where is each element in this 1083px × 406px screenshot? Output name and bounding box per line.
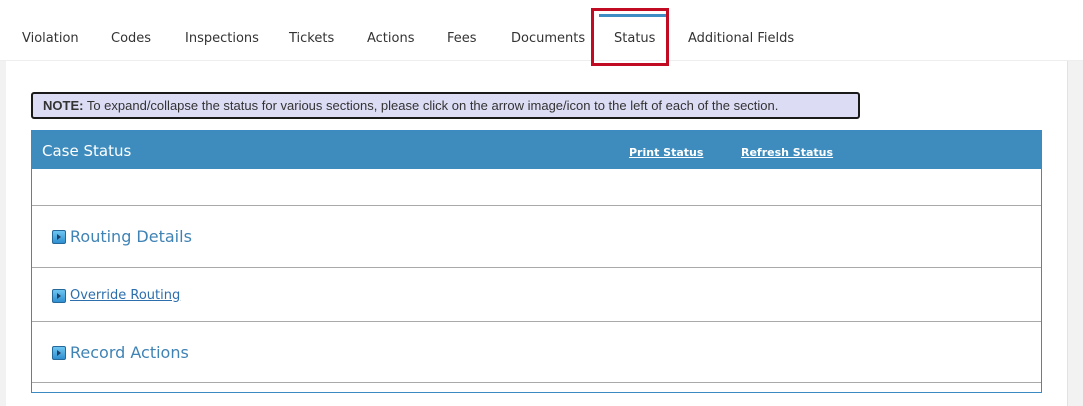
note-text: To expand/collapse the status for variou… bbox=[83, 98, 779, 113]
section-routing-details[interactable]: Routing Details bbox=[52, 227, 192, 246]
tab-codes[interactable]: Codes bbox=[111, 31, 151, 46]
expand-arrow-icon[interactable] bbox=[52, 345, 66, 360]
expand-arrow-icon[interactable] bbox=[52, 229, 66, 244]
section-label: Record Actions bbox=[70, 343, 189, 362]
print-status-link[interactable]: Print Status bbox=[629, 146, 703, 159]
tab-tickets[interactable]: Tickets bbox=[289, 31, 334, 46]
section-override-routing[interactable]: Override Routing bbox=[52, 288, 180, 303]
refresh-status-link[interactable]: Refresh Status bbox=[741, 146, 833, 159]
tab-violation[interactable]: Violation bbox=[22, 31, 79, 46]
tab-bar: Violation Codes Inspections Tickets Acti… bbox=[0, 0, 1083, 66]
active-tab-highlight-box bbox=[591, 8, 669, 66]
section-record-actions[interactable]: Record Actions bbox=[52, 343, 189, 362]
note-banner: NOTE: To expand/collapse the status for … bbox=[31, 92, 860, 119]
panel-header: Case Status Print Status Refresh Status bbox=[32, 131, 1041, 169]
panel-title: Case Status bbox=[42, 142, 132, 160]
section-divider bbox=[32, 321, 1041, 322]
expand-arrow-icon[interactable] bbox=[52, 288, 66, 303]
section-divider bbox=[32, 382, 1041, 383]
tab-fees[interactable]: Fees bbox=[447, 31, 477, 46]
tab-inspections[interactable]: Inspections bbox=[185, 31, 259, 46]
note-prefix: NOTE: bbox=[43, 98, 84, 113]
tab-actions[interactable]: Actions bbox=[367, 31, 415, 46]
section-divider bbox=[32, 205, 1041, 206]
tab-documents[interactable]: Documents bbox=[511, 31, 585, 46]
case-status-panel: Case Status Print Status Refresh Status … bbox=[31, 130, 1042, 393]
section-divider bbox=[32, 267, 1041, 268]
override-routing-link[interactable]: Override Routing bbox=[70, 288, 180, 303]
tab-additional-fields[interactable]: Additional Fields bbox=[688, 31, 794, 46]
section-label: Routing Details bbox=[70, 227, 192, 246]
